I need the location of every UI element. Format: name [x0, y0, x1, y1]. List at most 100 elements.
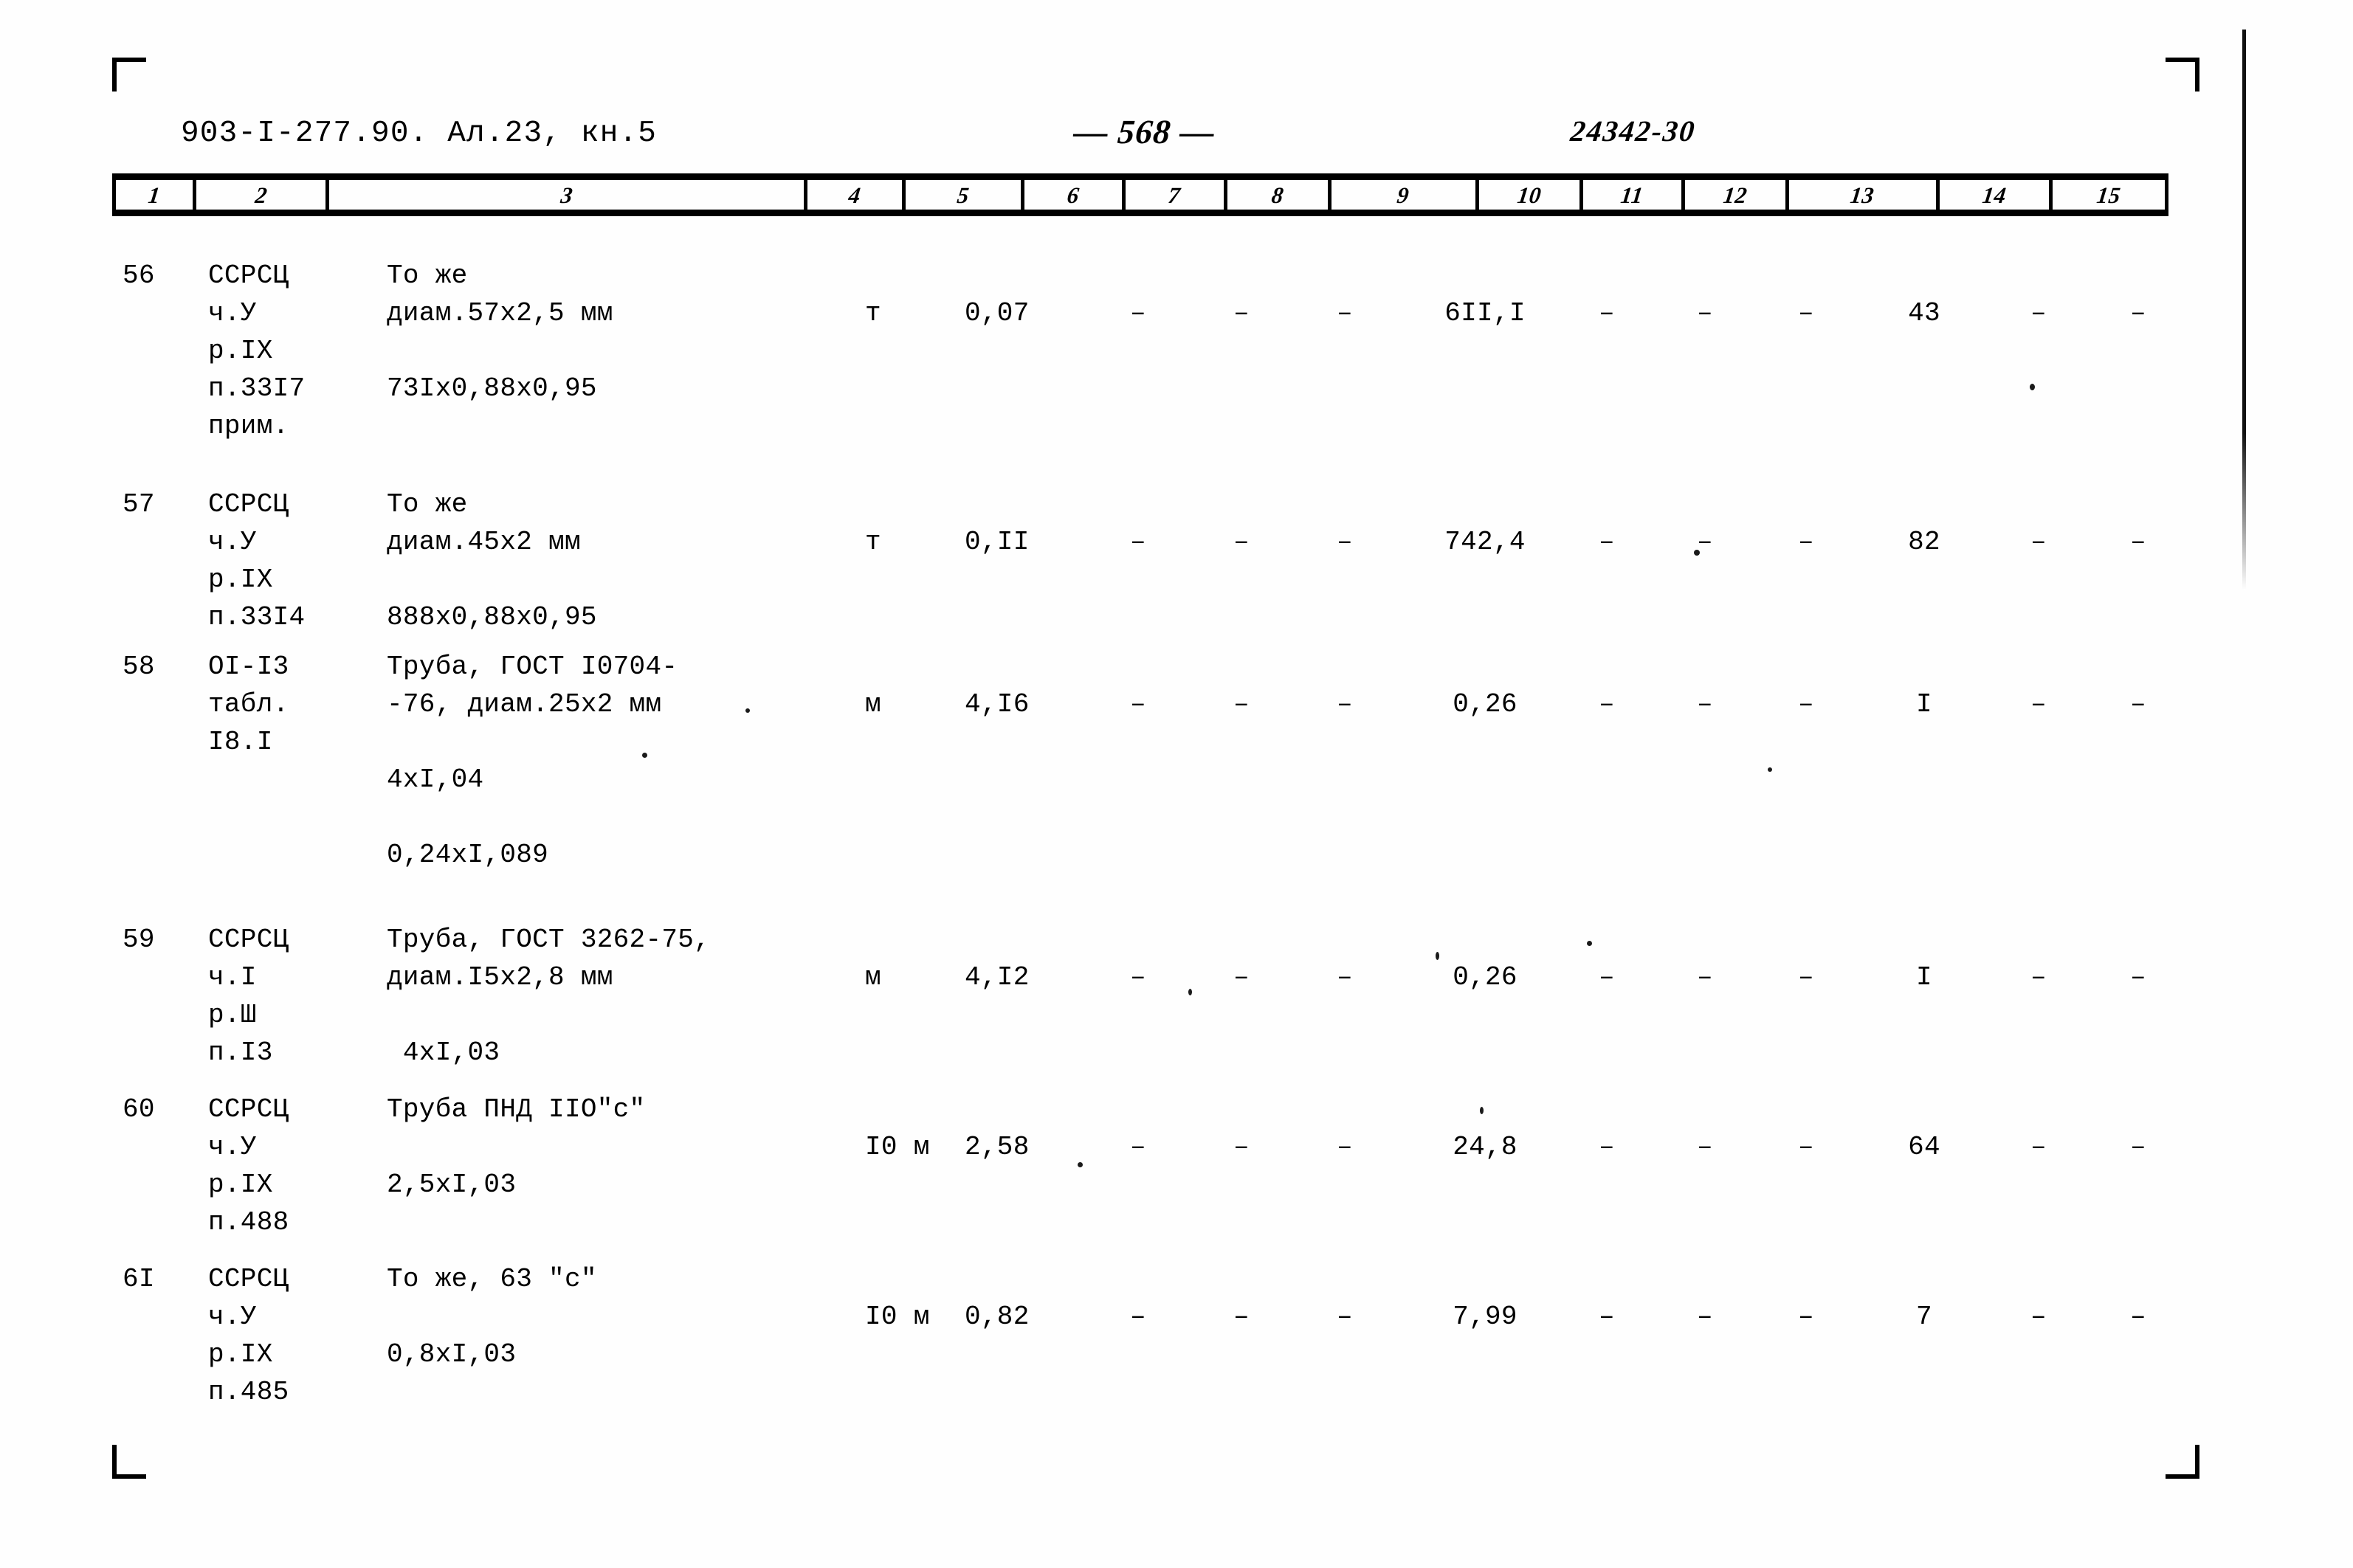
col10-value: – [1599, 1302, 1615, 1332]
corner-mark-top-right [2166, 58, 2199, 91]
row-index: 60 [123, 1094, 155, 1125]
col8-value: – [1337, 962, 1353, 992]
col14-value: – [2030, 298, 2047, 328]
col11-value: – [1697, 1132, 1713, 1162]
item-description: Труба, ГОСТ I0704- -76, диам.25х2 мм 4хI… [387, 652, 678, 870]
quantity: 4,I6 [965, 689, 1030, 719]
col6-value: – [1130, 962, 1146, 992]
scan-speck [1078, 1162, 1083, 1167]
source-reference: ССРСЦ ч.У р.IX п.33I7 прим. [208, 260, 306, 441]
unit-of-measure: т [865, 298, 881, 328]
col10-value: – [1599, 298, 1615, 328]
unit-of-measure: I0 м [865, 1302, 930, 1332]
col8-value: – [1337, 1132, 1353, 1162]
item-description: То же диам.57х2,5 мм 73Iх0,88х0,95 [387, 260, 613, 404]
col14-value: – [2030, 962, 2047, 992]
column-number-header: 1 2 3 4 5 6 7 8 9 10 11 12 13 14 15 [112, 173, 2168, 216]
col12-value: – [1798, 962, 1814, 992]
col12-value: – [1798, 527, 1814, 557]
col14-value: – [2030, 1302, 2047, 1332]
col7-value: – [1233, 1132, 1250, 1162]
unit-of-measure: т [865, 527, 881, 557]
column-number-5: 5 [906, 180, 1024, 210]
col12-value: – [1798, 1302, 1814, 1332]
col14-value: – [2030, 527, 2047, 557]
col6-value: – [1130, 527, 1146, 557]
source-reference: ССРСЦ ч.У р.IX п.33I4 [208, 489, 306, 632]
col10-value: – [1599, 962, 1615, 992]
source-reference: ССРСЦ ч.У р.IX п.485 [208, 1264, 289, 1407]
col15-value: – [2130, 1302, 2146, 1332]
col14-value: – [2030, 1132, 2047, 1162]
column-number-label: 2 [253, 182, 269, 208]
unit-of-measure: м [865, 689, 881, 719]
col15-value: – [2130, 527, 2146, 557]
col7-value: – [1233, 527, 1250, 557]
column-number-9: 9 [1331, 180, 1480, 210]
source-reference: ССРСЦ ч.У р.IX п.488 [208, 1094, 289, 1237]
scan-speck [1188, 989, 1192, 995]
col9-value: 24,8 [1453, 1132, 1517, 1162]
column-number-label: 4 [847, 182, 863, 208]
scan-speck [1587, 941, 1592, 946]
page-number: — 568 — [1072, 113, 1217, 151]
col11-value: – [1697, 689, 1713, 719]
col13-value: I [1916, 962, 1932, 992]
scan-speck [1694, 550, 1700, 556]
column-number-label: 11 [1619, 182, 1645, 208]
column-number-label: 13 [1849, 182, 1876, 208]
scan-speck [1436, 952, 1439, 960]
col8-value: – [1337, 1302, 1353, 1332]
quantity: 0,82 [965, 1302, 1030, 1332]
column-number-13: 13 [1789, 180, 1940, 210]
col13-value: 64 [1908, 1132, 1940, 1162]
column-number-4: 4 [807, 180, 906, 210]
col6-value: – [1130, 689, 1146, 719]
col10-value: – [1599, 1132, 1615, 1162]
scan-speck [1768, 767, 1772, 772]
col7-value: – [1233, 298, 1250, 328]
item-description: Труба, ГОСТ 3262-75, диам.I5х2,8 мм 4хI,… [387, 925, 711, 1068]
column-number-11: 11 [1583, 180, 1685, 210]
corner-mark-bottom-left [112, 1445, 146, 1479]
column-number-label: 1 [146, 182, 162, 208]
column-number-label: 12 [1721, 182, 1749, 208]
column-number-15: 15 [2053, 180, 2168, 210]
column-number-6: 6 [1024, 180, 1126, 210]
column-number-2: 2 [196, 180, 330, 210]
column-number-3: 3 [329, 180, 807, 210]
column-number-label: 10 [1515, 182, 1543, 208]
column-number-8: 8 [1227, 180, 1331, 210]
item-description: То же диам.45х2 мм 888х0,88х0,95 [387, 489, 597, 632]
col13-value: 82 [1908, 527, 1940, 557]
col11-value: – [1697, 298, 1713, 328]
col11-value: – [1697, 1302, 1713, 1332]
source-reference: OI-I3 табл. I8.I [208, 652, 289, 757]
column-number-label: 7 [1167, 182, 1182, 208]
column-number-10: 10 [1479, 180, 1584, 210]
col9-value: 0,26 [1453, 689, 1517, 719]
col11-value: – [1697, 962, 1713, 992]
column-number-label: 9 [1396, 182, 1411, 208]
col11-value: – [1697, 527, 1713, 557]
unit-of-measure: I0 м [865, 1132, 930, 1162]
col6-value: – [1130, 298, 1146, 328]
col13-value: 7 [1916, 1302, 1932, 1332]
item-description: Труба ПНД IIO"с" 2,5хI,03 [387, 1094, 646, 1200]
col8-value: – [1337, 527, 1353, 557]
col9-value: 6II,I [1444, 298, 1526, 328]
column-number-label: 5 [955, 182, 971, 208]
col10-value: – [1599, 527, 1615, 557]
col12-value: – [1798, 689, 1814, 719]
column-number-label: 6 [1066, 182, 1081, 208]
col9-value: 0,26 [1453, 962, 1517, 992]
source-reference: ССРСЦ ч.I р.Ш п.I3 [208, 925, 289, 1068]
col12-value: – [1798, 298, 1814, 328]
scan-speck [745, 708, 750, 713]
quantity: 0,07 [965, 298, 1030, 328]
col13-value: 43 [1908, 298, 1940, 328]
col6-value: – [1130, 1302, 1146, 1332]
quantity: 4,I2 [965, 962, 1030, 992]
col9-value: 742,4 [1444, 527, 1526, 557]
column-number-12: 12 [1685, 180, 1789, 210]
